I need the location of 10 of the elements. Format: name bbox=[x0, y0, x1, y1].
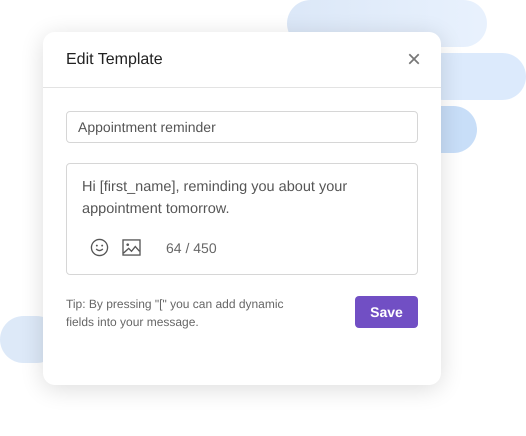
emoji-icon[interactable] bbox=[90, 238, 109, 257]
dialog-title: Edit Template bbox=[66, 50, 163, 68]
tip-text: Tip: By pressing "[" you can add dynamic fields into your message. bbox=[66, 296, 285, 331]
message-text[interactable]: Hi [first_name], reminding you about your appointment tomorrow. bbox=[82, 176, 402, 222]
name-field[interactable]: Appointment reminder bbox=[66, 111, 418, 143]
close-button[interactable]: × bbox=[406, 48, 421, 72]
image-icon[interactable] bbox=[122, 239, 141, 256]
save-button[interactable]: Save bbox=[355, 296, 418, 328]
character-counter: 64 / 450 bbox=[166, 240, 217, 256]
message-field[interactable]: Hi [first_name], reminding you about your appointment tomorrow. 64 / 450 bbox=[66, 163, 418, 275]
